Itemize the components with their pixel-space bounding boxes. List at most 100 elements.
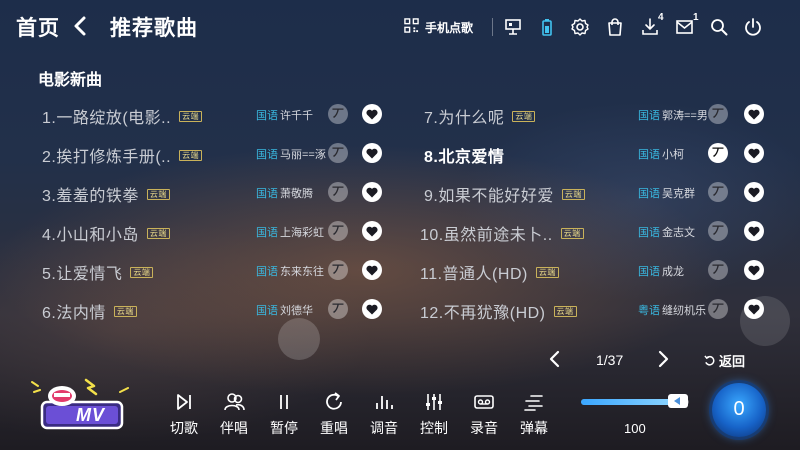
pin-top-button[interactable]: 丆 (328, 260, 348, 280)
artist-name: 吴克群 (662, 188, 695, 200)
accompany-button[interactable]: 伴唱 (212, 390, 256, 438)
heart-icon (748, 109, 760, 120)
song-title-text: 5.让爱情飞 (42, 266, 123, 283)
tone-button[interactable]: 调音 (362, 390, 406, 438)
favorite-button[interactable] (744, 143, 764, 163)
song-title-text: 6.法内情 (42, 305, 106, 322)
artist-name: 金志文 (662, 227, 695, 239)
song-language: 国语 许千千 (256, 107, 313, 123)
pin-top-button[interactable]: 丆 (708, 260, 728, 280)
song-title[interactable]: 11.普通人(HD) 云端 (420, 260, 559, 284)
favorite-button[interactable] (744, 221, 764, 241)
favorite-button[interactable] (744, 104, 764, 124)
favorite-button[interactable] (744, 260, 764, 280)
pin-top-button[interactable]: 丆 (328, 299, 348, 319)
favorite-button[interactable] (362, 260, 382, 280)
heart-icon (366, 148, 378, 159)
artist-name: 成龙 (662, 266, 684, 278)
song-item[interactable]: 7.为什么呢 云端 国语 郭涛==男 丆 (424, 96, 774, 132)
artist-name: 郭涛==男 (662, 110, 708, 122)
song-item[interactable]: 5.让爱情飞 云端 国语 东来东往 丆 (42, 252, 392, 288)
song-item[interactable]: 1.一路绽放(电影.. 云端 国语 许千千 丆 (42, 96, 392, 132)
qr-code-icon (404, 18, 419, 36)
song-title[interactable]: 8.北京爱情 (424, 143, 504, 167)
pin-top-button[interactable]: 丆 (708, 299, 728, 319)
song-item[interactable]: 12.不再犹豫(HD) 云端 粤语 缝纫机乐 丆 (420, 291, 774, 327)
song-item[interactable]: 9.如果不能好好爱 云端 国语 吴克群 丆 (424, 174, 774, 210)
prev-page-button[interactable] (548, 349, 562, 369)
mv-logo[interactable]: MV (28, 376, 138, 436)
home-link[interactable]: 首页 (16, 12, 60, 42)
song-title[interactable]: 3.羞羞的铁拳 云端 (42, 182, 170, 206)
song-item[interactable]: 11.普通人(HD) 云端 国语 成龙 丆 (420, 252, 774, 288)
song-item[interactable]: 3.羞羞的铁拳 云端 国语 萧敬腾 丆 (42, 174, 392, 210)
pin-top-button[interactable]: 丆 (328, 182, 348, 202)
song-title[interactable]: 4.小山和小岛 云端 (42, 221, 170, 245)
song-title[interactable]: 6.法内情 云端 (42, 299, 137, 323)
download-icon[interactable]: 4 (640, 12, 664, 37)
favorite-button[interactable] (744, 182, 764, 202)
favorite-button[interactable] (362, 299, 382, 319)
cloud-tag: 云端 (512, 111, 536, 123)
screen-cast-icon[interactable] (503, 17, 523, 37)
pin-top-button[interactable]: 丆 (328, 221, 348, 241)
shopping-bag-icon[interactable] (605, 17, 625, 37)
artist-name: 萧敬腾 (280, 188, 313, 200)
pin-top-button[interactable]: 丆 (708, 104, 728, 124)
song-title[interactable]: 2.挨打修炼手册(.. 云端 (42, 143, 203, 167)
song-queue-button[interactable]: 0 (712, 383, 766, 437)
song-item[interactable]: 2.挨打修炼手册(.. 云端 国语 马丽==涿 丆 (42, 135, 392, 171)
power-icon[interactable] (743, 17, 763, 37)
song-title[interactable]: 5.让爱情飞 云端 (42, 260, 154, 284)
song-title[interactable]: 7.为什么呢 云端 (424, 104, 536, 128)
song-item[interactable]: 10.虽然前途未卜.. 云端 国语 金志文 丆 (420, 213, 774, 249)
pin-top-button[interactable]: 丆 (708, 221, 728, 241)
next-page-button[interactable] (656, 349, 670, 369)
song-item[interactable]: 6.法内情 云端 国语 刘德华 丆 (42, 291, 392, 327)
pin-top-button[interactable]: 丆 (708, 182, 728, 202)
cloud-tag: 云端 (113, 306, 137, 318)
heart-icon (366, 304, 378, 315)
language-label: 国语 (256, 305, 278, 317)
song-item[interactable]: 4.小山和小岛 云端 国语 上海彩虹 丆 (42, 213, 392, 249)
divider (492, 18, 493, 36)
control-button[interactable]: 控制 (412, 390, 456, 438)
language-label: 国语 (638, 188, 660, 200)
pin-top-button[interactable]: 丆 (708, 143, 728, 163)
song-title[interactable]: 1.一路绽放(电影.. 云端 (42, 104, 203, 128)
record-button[interactable]: 录音 (462, 390, 506, 438)
section-title: 电影新曲 (38, 72, 103, 89)
settings-icon[interactable] (570, 17, 590, 37)
danmaku-button[interactable]: 弹幕 (512, 390, 556, 438)
skip-button[interactable]: 切歌 (162, 390, 206, 438)
cloud-tag: 云端 (146, 189, 170, 201)
song-title[interactable]: 10.虽然前途未卜.. 云端 (420, 221, 584, 245)
language-label: 国语 (638, 266, 660, 278)
pin-top-button[interactable]: 丆 (328, 143, 348, 163)
favorite-button[interactable] (744, 299, 764, 319)
top-bar: 首页 推荐歌曲 手机点歌 4 1 (0, 0, 800, 56)
favorite-button[interactable] (362, 221, 382, 241)
pin-top-button[interactable]: 丆 (328, 104, 348, 124)
song-title[interactable]: 9.如果不能好好爱 云端 (424, 182, 585, 206)
song-title-text: 3.羞羞的铁拳 (42, 188, 139, 205)
favorite-button[interactable] (362, 182, 382, 202)
pause-icon (280, 395, 288, 409)
favorite-button[interactable] (362, 143, 382, 163)
pause-button[interactable]: 暂停 (262, 390, 306, 438)
equalizer-icon (376, 396, 393, 409)
phone-order-button[interactable]: 手机点歌 (404, 17, 473, 37)
replay-button[interactable]: 重唱 (312, 390, 356, 438)
song-title[interactable]: 12.不再犹豫(HD) 云端 (420, 299, 577, 323)
back-icon[interactable] (70, 14, 90, 38)
song-language: 国语 上海彩虹 (256, 224, 324, 240)
song-item[interactable]: 8.北京爱情 国语 小柯 丆 (424, 135, 774, 171)
battery-icon[interactable] (537, 17, 557, 37)
favorite-button[interactable] (362, 104, 382, 124)
mail-icon[interactable]: 1 (675, 12, 699, 37)
volume-handle[interactable] (668, 394, 689, 408)
volume-slider[interactable] (581, 394, 689, 408)
return-button[interactable]: 返回 (704, 351, 745, 370)
search-icon[interactable] (709, 17, 729, 37)
language-label: 国语 (256, 227, 278, 239)
